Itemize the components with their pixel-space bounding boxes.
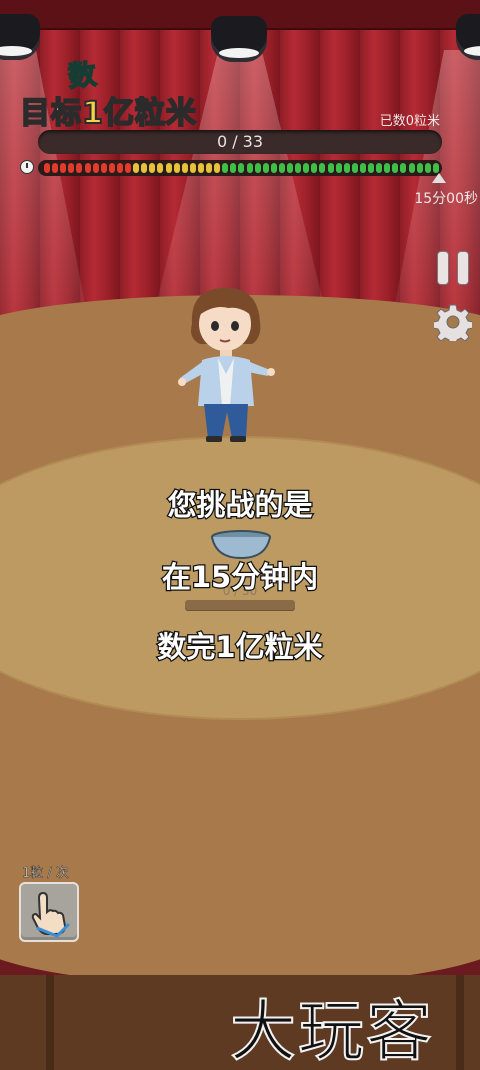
clock-icon [20, 160, 34, 174]
title-highlight: 1亿 [81, 95, 135, 132]
timer-segment [376, 163, 383, 173]
progress-text: 0 / 33 [216, 132, 264, 151]
pause-icon [458, 252, 468, 284]
timer-segment [335, 163, 342, 173]
timer-segment [343, 163, 350, 173]
timer-segment [408, 163, 415, 173]
title-prefix: 目标 [19, 95, 82, 132]
timer-segment [432, 163, 439, 173]
timer-segment [206, 163, 212, 173]
timer-segment [278, 163, 285, 173]
timer-segment [246, 163, 253, 173]
timer-segment [351, 163, 358, 173]
timer-segment [60, 163, 67, 173]
challenge-message-line3: 数完1亿粒米 [156, 629, 324, 666]
timer-segment [359, 163, 366, 173]
timer-segment [384, 163, 391, 173]
timer-segment [222, 163, 229, 173]
timer-segment [270, 163, 277, 173]
timer-segment [416, 163, 423, 173]
timer-segment [84, 163, 91, 173]
game-stage: 数 目标1亿粒米 已数0粒米 0 / 33 15分00秒 0 / 50 您挑战的… [0, 0, 480, 1070]
timer-segment [157, 163, 164, 173]
stage-lamp-center [211, 16, 267, 62]
title-suffix: 粒米 [134, 95, 197, 132]
timer-segment [311, 163, 318, 173]
title-main: 目标1亿粒米 [19, 88, 197, 132]
timer-segment [400, 163, 407, 173]
timer-segment [125, 163, 131, 173]
timer-segment [424, 163, 431, 173]
timer-segment [214, 163, 221, 173]
timer-segment [287, 163, 293, 173]
timer-segment [254, 163, 261, 173]
watermark: 大玩客 [229, 992, 434, 1070]
stage-post [46, 975, 54, 1070]
timer-segment [295, 163, 302, 173]
character [172, 278, 282, 448]
pause-button[interactable] [436, 250, 472, 286]
tap-count-button[interactable] [19, 882, 79, 942]
timer-text: 15分00秒 [414, 191, 478, 207]
timer-segment [189, 163, 196, 173]
bowl-progress-bar [185, 600, 295, 610]
timer-segment [68, 163, 75, 173]
pause-icon [438, 252, 448, 284]
timer-segment [100, 163, 107, 173]
timer-segment [303, 163, 310, 173]
challenge-message-line1: 您挑战的是 [166, 487, 314, 524]
stage-lamp-left [0, 14, 40, 60]
timer-segment [116, 163, 123, 173]
challenge-message-line2: 在15分钟内 [161, 559, 320, 596]
timer-segment [52, 163, 59, 173]
timer-segment [149, 163, 156, 173]
timer-segment [368, 163, 374, 173]
hand-pointer-icon [31, 891, 71, 938]
tap-rate-label: 1粒 / 次 [22, 866, 69, 882]
timer-bar [38, 160, 442, 176]
timer-segment [197, 163, 204, 173]
timer-segment [108, 163, 115, 173]
timer-segment [327, 163, 334, 173]
timer-segment [141, 163, 148, 173]
timer-segment [392, 163, 399, 173]
timer-segment [230, 163, 237, 173]
timer-marker-icon [432, 173, 446, 183]
timer-segment [173, 163, 180, 173]
timer-segment [92, 163, 99, 173]
settings-button[interactable] [432, 303, 474, 346]
gear-icon [432, 304, 474, 346]
progress-bar: 0 / 33 [38, 130, 442, 154]
timer-segment [181, 163, 188, 173]
timer-segment [76, 163, 83, 173]
timer-segment [238, 163, 245, 173]
character-illustration [178, 287, 275, 442]
timer-segment [44, 163, 50, 173]
timer-segment [262, 163, 269, 173]
stage-post [456, 975, 464, 1070]
counted-label: 已数0粒米 [379, 114, 440, 129]
timer-segment [319, 163, 326, 173]
timer-segment [133, 163, 140, 173]
timer-segment [165, 163, 172, 173]
